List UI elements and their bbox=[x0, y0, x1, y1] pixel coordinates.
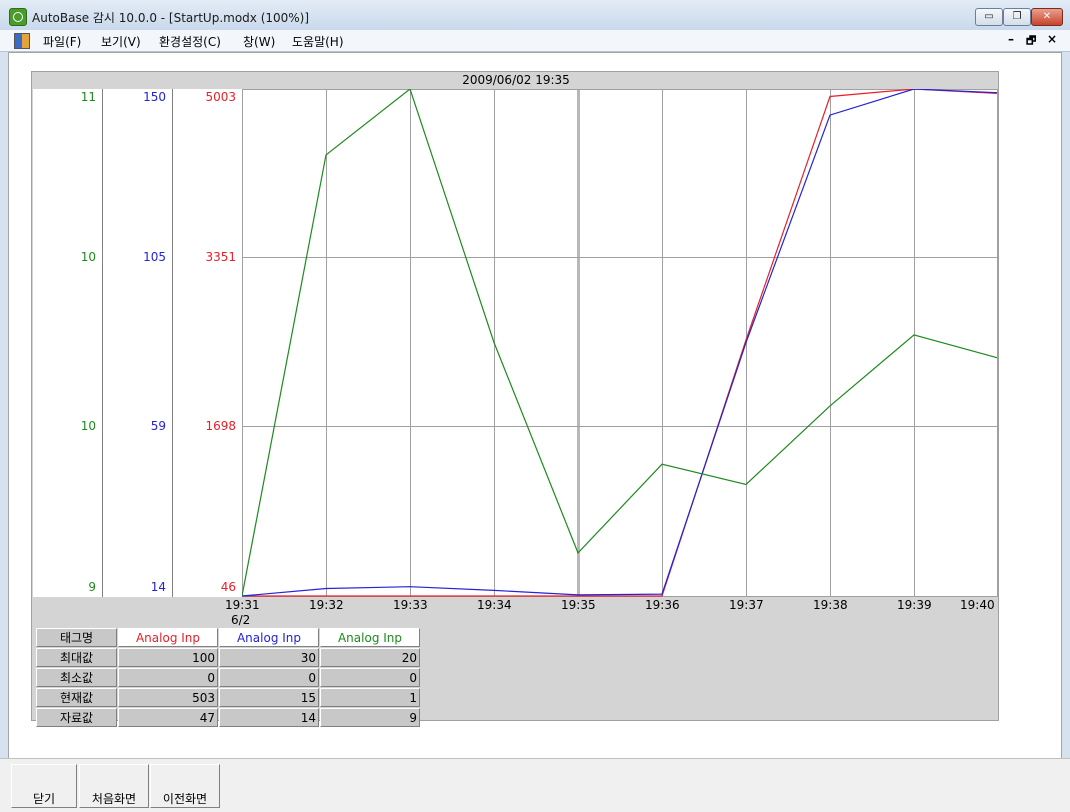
minimize-button[interactable]: ▭ bbox=[975, 8, 1003, 26]
table-cell: 1 bbox=[320, 688, 420, 707]
blue-axis-label: 59 bbox=[150, 419, 166, 433]
table-cell: 15 bbox=[219, 688, 319, 707]
green-axis-label: 9 bbox=[88, 580, 96, 594]
table-cell: 14 bbox=[219, 708, 319, 727]
window-title: AutoBase 감시 10.0.0 - [StartUp.modx (100%… bbox=[32, 11, 310, 25]
menu-help[interactable]: 도움말(H) bbox=[292, 33, 344, 50]
series-line-2 bbox=[241, 88, 998, 597]
x-tick-label: 19:32 bbox=[309, 598, 344, 612]
x-tick-label: 19:39 bbox=[897, 598, 932, 612]
mdi-minimize-button[interactable]: – bbox=[1008, 32, 1014, 46]
red-axis-label: 1698 bbox=[205, 419, 236, 433]
red-axis-label: 5003 bbox=[205, 90, 236, 104]
green-axis-label: 10 bbox=[80, 419, 96, 433]
blue-axis-area bbox=[103, 89, 173, 597]
row-label: 최소값 bbox=[36, 668, 117, 687]
mdi-close-button[interactable]: × bbox=[1047, 32, 1057, 46]
green-axis-label: 10 bbox=[80, 250, 96, 264]
table-cell: 30 bbox=[219, 648, 319, 667]
menu-settings[interactable]: 환경설정(C) bbox=[159, 33, 221, 50]
tag-name-cell: Analog Inp bbox=[320, 628, 420, 647]
row-label: 자료값 bbox=[36, 708, 117, 727]
table-cell: 0 bbox=[320, 668, 420, 687]
table-row: 최소값 0 0 0 bbox=[36, 668, 420, 687]
row-label: 현재값 bbox=[36, 688, 117, 707]
table-row: 태그명 Analog Inp Analog Inp Analog Inp bbox=[36, 628, 420, 647]
bottom-toolbar: 닫기 처음화면 이전화면 bbox=[0, 758, 1070, 812]
trend-chart bbox=[241, 88, 998, 597]
previous-screen-button[interactable]: 이전화면 bbox=[150, 764, 220, 808]
series-line-3 bbox=[241, 88, 998, 597]
blue-axis-label: 150 bbox=[143, 90, 166, 104]
document-icon[interactable] bbox=[14, 33, 30, 49]
table-row: 최대값 100 30 20 bbox=[36, 648, 420, 667]
blue-axis-label: 105 bbox=[143, 250, 166, 264]
restore-button[interactable]: ❐ bbox=[1003, 8, 1031, 26]
trend-datetime: 2009/06/02 19:35 bbox=[462, 73, 570, 87]
table-cell: 0 bbox=[118, 668, 218, 687]
row-label: 태그명 bbox=[36, 628, 117, 647]
table-row: 현재값 503 15 1 bbox=[36, 688, 420, 707]
table-row: 자료값 47 14 9 bbox=[36, 708, 420, 727]
menu-bar: 파일(F) 보기(V) 환경설정(C) 창(W) 도움말(H) – 🗗 × bbox=[0, 30, 1070, 52]
x-tick-label: 19:34 bbox=[477, 598, 512, 612]
date-label: 6/2 bbox=[231, 613, 251, 627]
table-cell: 9 bbox=[320, 708, 420, 727]
title-bar: AutoBase 감시 10.0.0 - [StartUp.modx (100%… bbox=[0, 0, 1070, 31]
x-tick-label: 19:35 bbox=[561, 598, 596, 612]
mdi-restore-button[interactable]: 🗗 bbox=[1026, 32, 1036, 51]
series-line-1 bbox=[242, 88, 998, 597]
home-screen-button[interactable]: 처음화면 bbox=[79, 764, 149, 808]
close-window-button[interactable]: ✕ bbox=[1031, 8, 1063, 26]
x-tick-label: 19:37 bbox=[729, 598, 764, 612]
x-tick-label: 19:31 bbox=[225, 598, 260, 612]
trend-plot-area bbox=[241, 88, 998, 597]
table-cell: 20 bbox=[320, 648, 420, 667]
green-axis-label: 11 bbox=[80, 90, 96, 104]
x-tick-label: 19:33 bbox=[393, 598, 428, 612]
x-tick-label: 19:36 bbox=[645, 598, 680, 612]
table-cell: 100 bbox=[118, 648, 218, 667]
tag-name-cell: Analog Inp bbox=[219, 628, 319, 647]
x-tick-label: 19:38 bbox=[813, 598, 848, 612]
red-axis-label: 3351 bbox=[205, 250, 236, 264]
tag-name-cell: Analog Inp bbox=[118, 628, 218, 647]
menu-file[interactable]: 파일(F) bbox=[43, 33, 81, 50]
table-cell: 503 bbox=[118, 688, 218, 707]
table-cell: 0 bbox=[219, 668, 319, 687]
menu-window[interactable]: 창(W) bbox=[243, 33, 275, 50]
red-axis-area bbox=[173, 89, 243, 597]
app-icon bbox=[9, 8, 27, 26]
close-button[interactable]: 닫기 bbox=[11, 764, 77, 808]
menu-view[interactable]: 보기(V) bbox=[101, 33, 141, 50]
table-cell: 47 bbox=[118, 708, 218, 727]
x-tick-label: 19:40 bbox=[960, 598, 995, 612]
blue-axis-label: 14 bbox=[150, 580, 166, 594]
red-axis-label: 46 bbox=[220, 580, 236, 594]
row-label: 최대값 bbox=[36, 648, 117, 667]
tag-info-table: 태그명 Analog Inp Analog Inp Analog Inp 최대값… bbox=[35, 627, 421, 728]
green-axis-area bbox=[33, 89, 103, 597]
